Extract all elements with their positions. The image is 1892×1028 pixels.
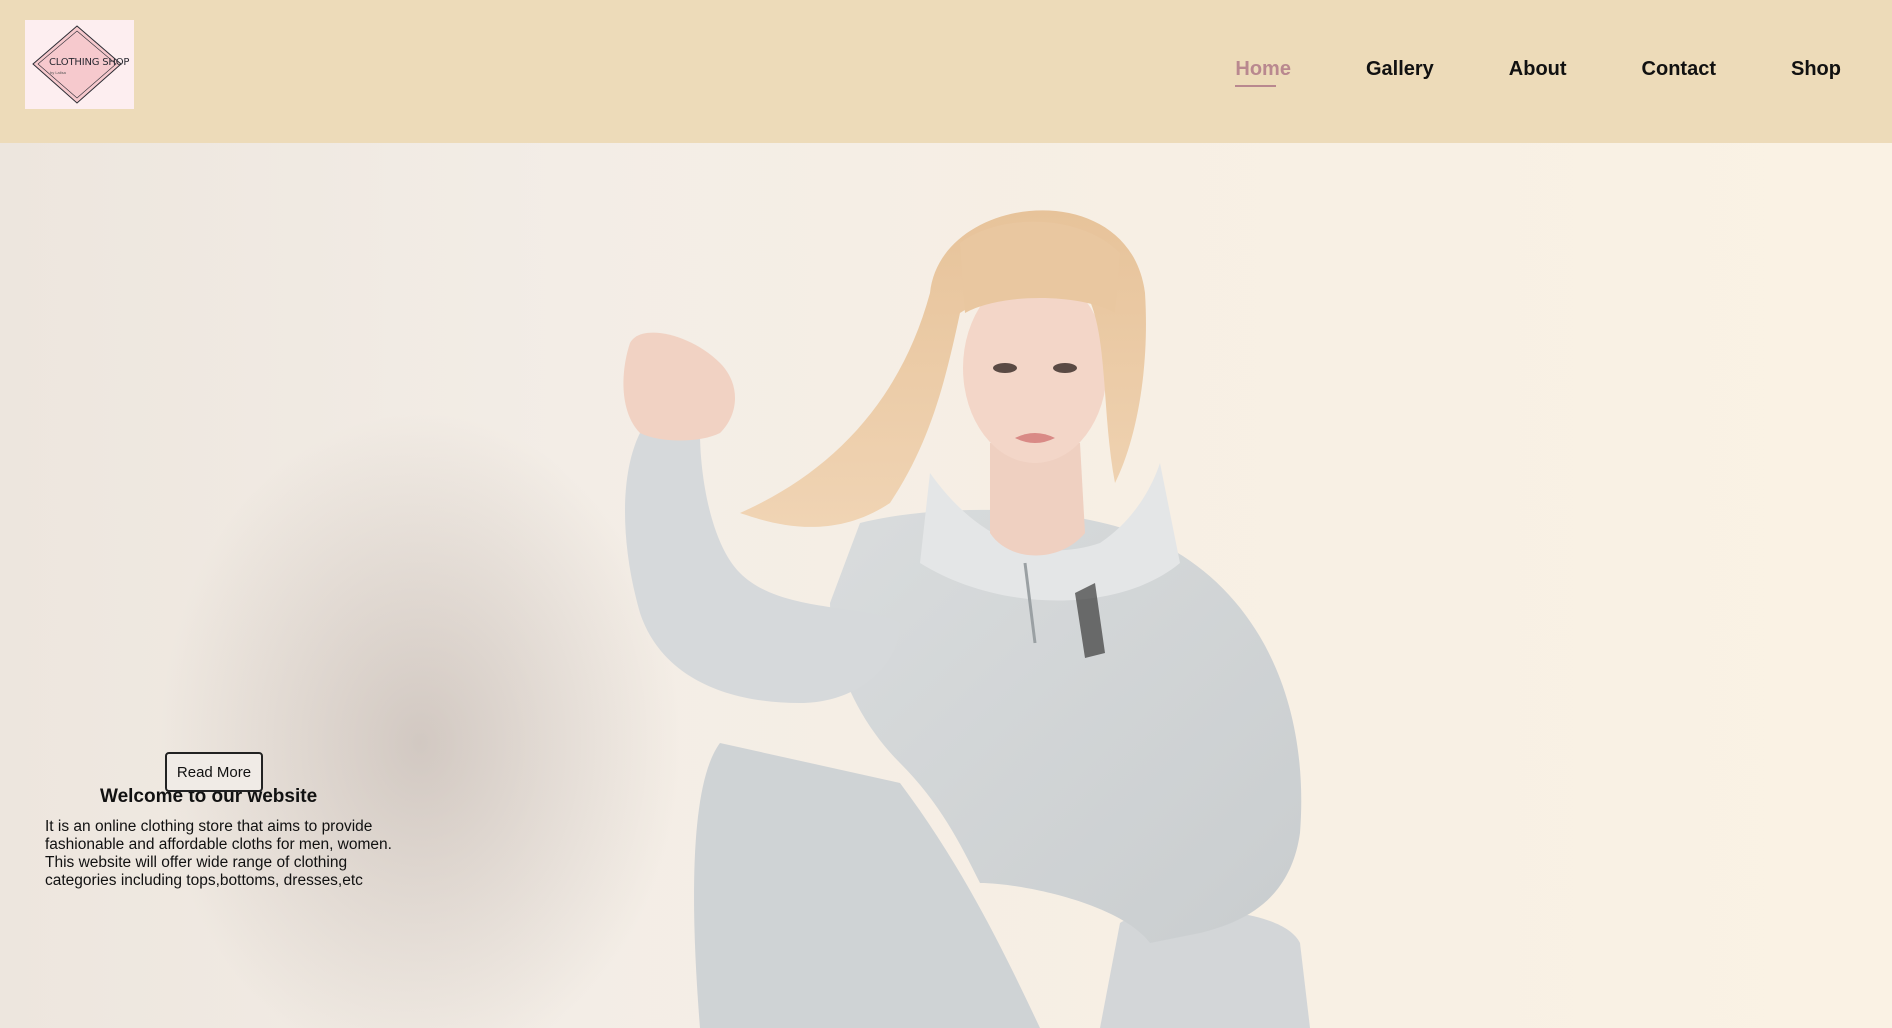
nav-shop[interactable]: Shop <box>1791 58 1841 81</box>
nav-home[interactable]: Home <box>1235 58 1291 87</box>
site-header: CLOTHING SHOP by Lalisa Home Gallery Abo… <box>0 0 1892 143</box>
nav-about[interactable]: About <box>1509 58 1567 81</box>
welcome-block: Welcome to our website It is an online c… <box>45 786 425 890</box>
welcome-description: It is an online clothing store that aims… <box>45 818 392 889</box>
logo-tagline: by Lalisa <box>50 70 66 75</box>
main-nav: Home Gallery About Contact Shop <box>1160 58 1841 87</box>
nav-gallery[interactable]: Gallery <box>1366 58 1434 81</box>
hero-model-image <box>160 210 1310 1028</box>
logo-brand: CLOTHING SHOP <box>49 57 130 68</box>
nav-contact[interactable]: Contact <box>1642 58 1716 81</box>
hero-section: Welcome to our website It is an online c… <box>0 143 1892 1028</box>
logo[interactable]: CLOTHING SHOP by Lalisa <box>25 20 134 109</box>
read-more-button[interactable]: Read More <box>165 752 263 792</box>
